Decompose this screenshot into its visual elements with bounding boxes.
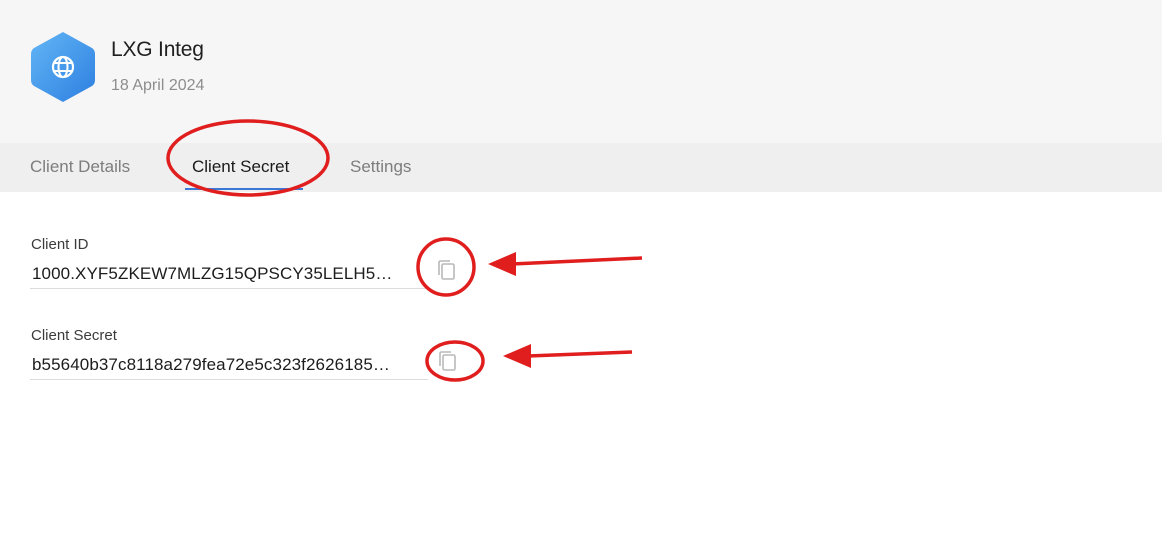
app-header: LXG Integ 18 April 2024 <box>0 0 1162 143</box>
tab-client-secret[interactable]: Client Secret <box>192 157 289 177</box>
annotation-arrowhead-1 <box>488 252 516 276</box>
tab-settings[interactable]: Settings <box>350 157 411 177</box>
annotation-arrow-shaft-2 <box>527 350 633 358</box>
annotation-arrow-shaft-1 <box>511 256 643 266</box>
client-id-value: 1000.XYF5ZKEW7MLZG15QPSCY35LELH5… <box>32 264 393 283</box>
app-name: LXG Integ <box>111 38 204 61</box>
client-secret-underline <box>30 379 428 380</box>
copy-icon <box>438 260 455 280</box>
tab-bar: Client Details Client Secret Settings <box>0 143 1162 192</box>
client-id-underline <box>30 288 428 289</box>
copy-client-secret-button[interactable] <box>436 349 460 373</box>
client-secret-label: Client Secret <box>31 327 117 344</box>
copy-icon <box>439 351 456 371</box>
active-tab-indicator <box>185 188 303 190</box>
app-created-date: 18 April 2024 <box>111 77 205 94</box>
client-id-label: Client ID <box>31 236 89 253</box>
client-secret-value: b55640b37c8118a279fea72e5c323f2626185… <box>32 355 390 374</box>
globe-icon <box>29 30 97 104</box>
copy-client-id-button[interactable] <box>435 258 459 282</box>
annotation-arrowhead-2 <box>503 344 531 368</box>
tab-client-details[interactable]: Client Details <box>30 157 130 177</box>
